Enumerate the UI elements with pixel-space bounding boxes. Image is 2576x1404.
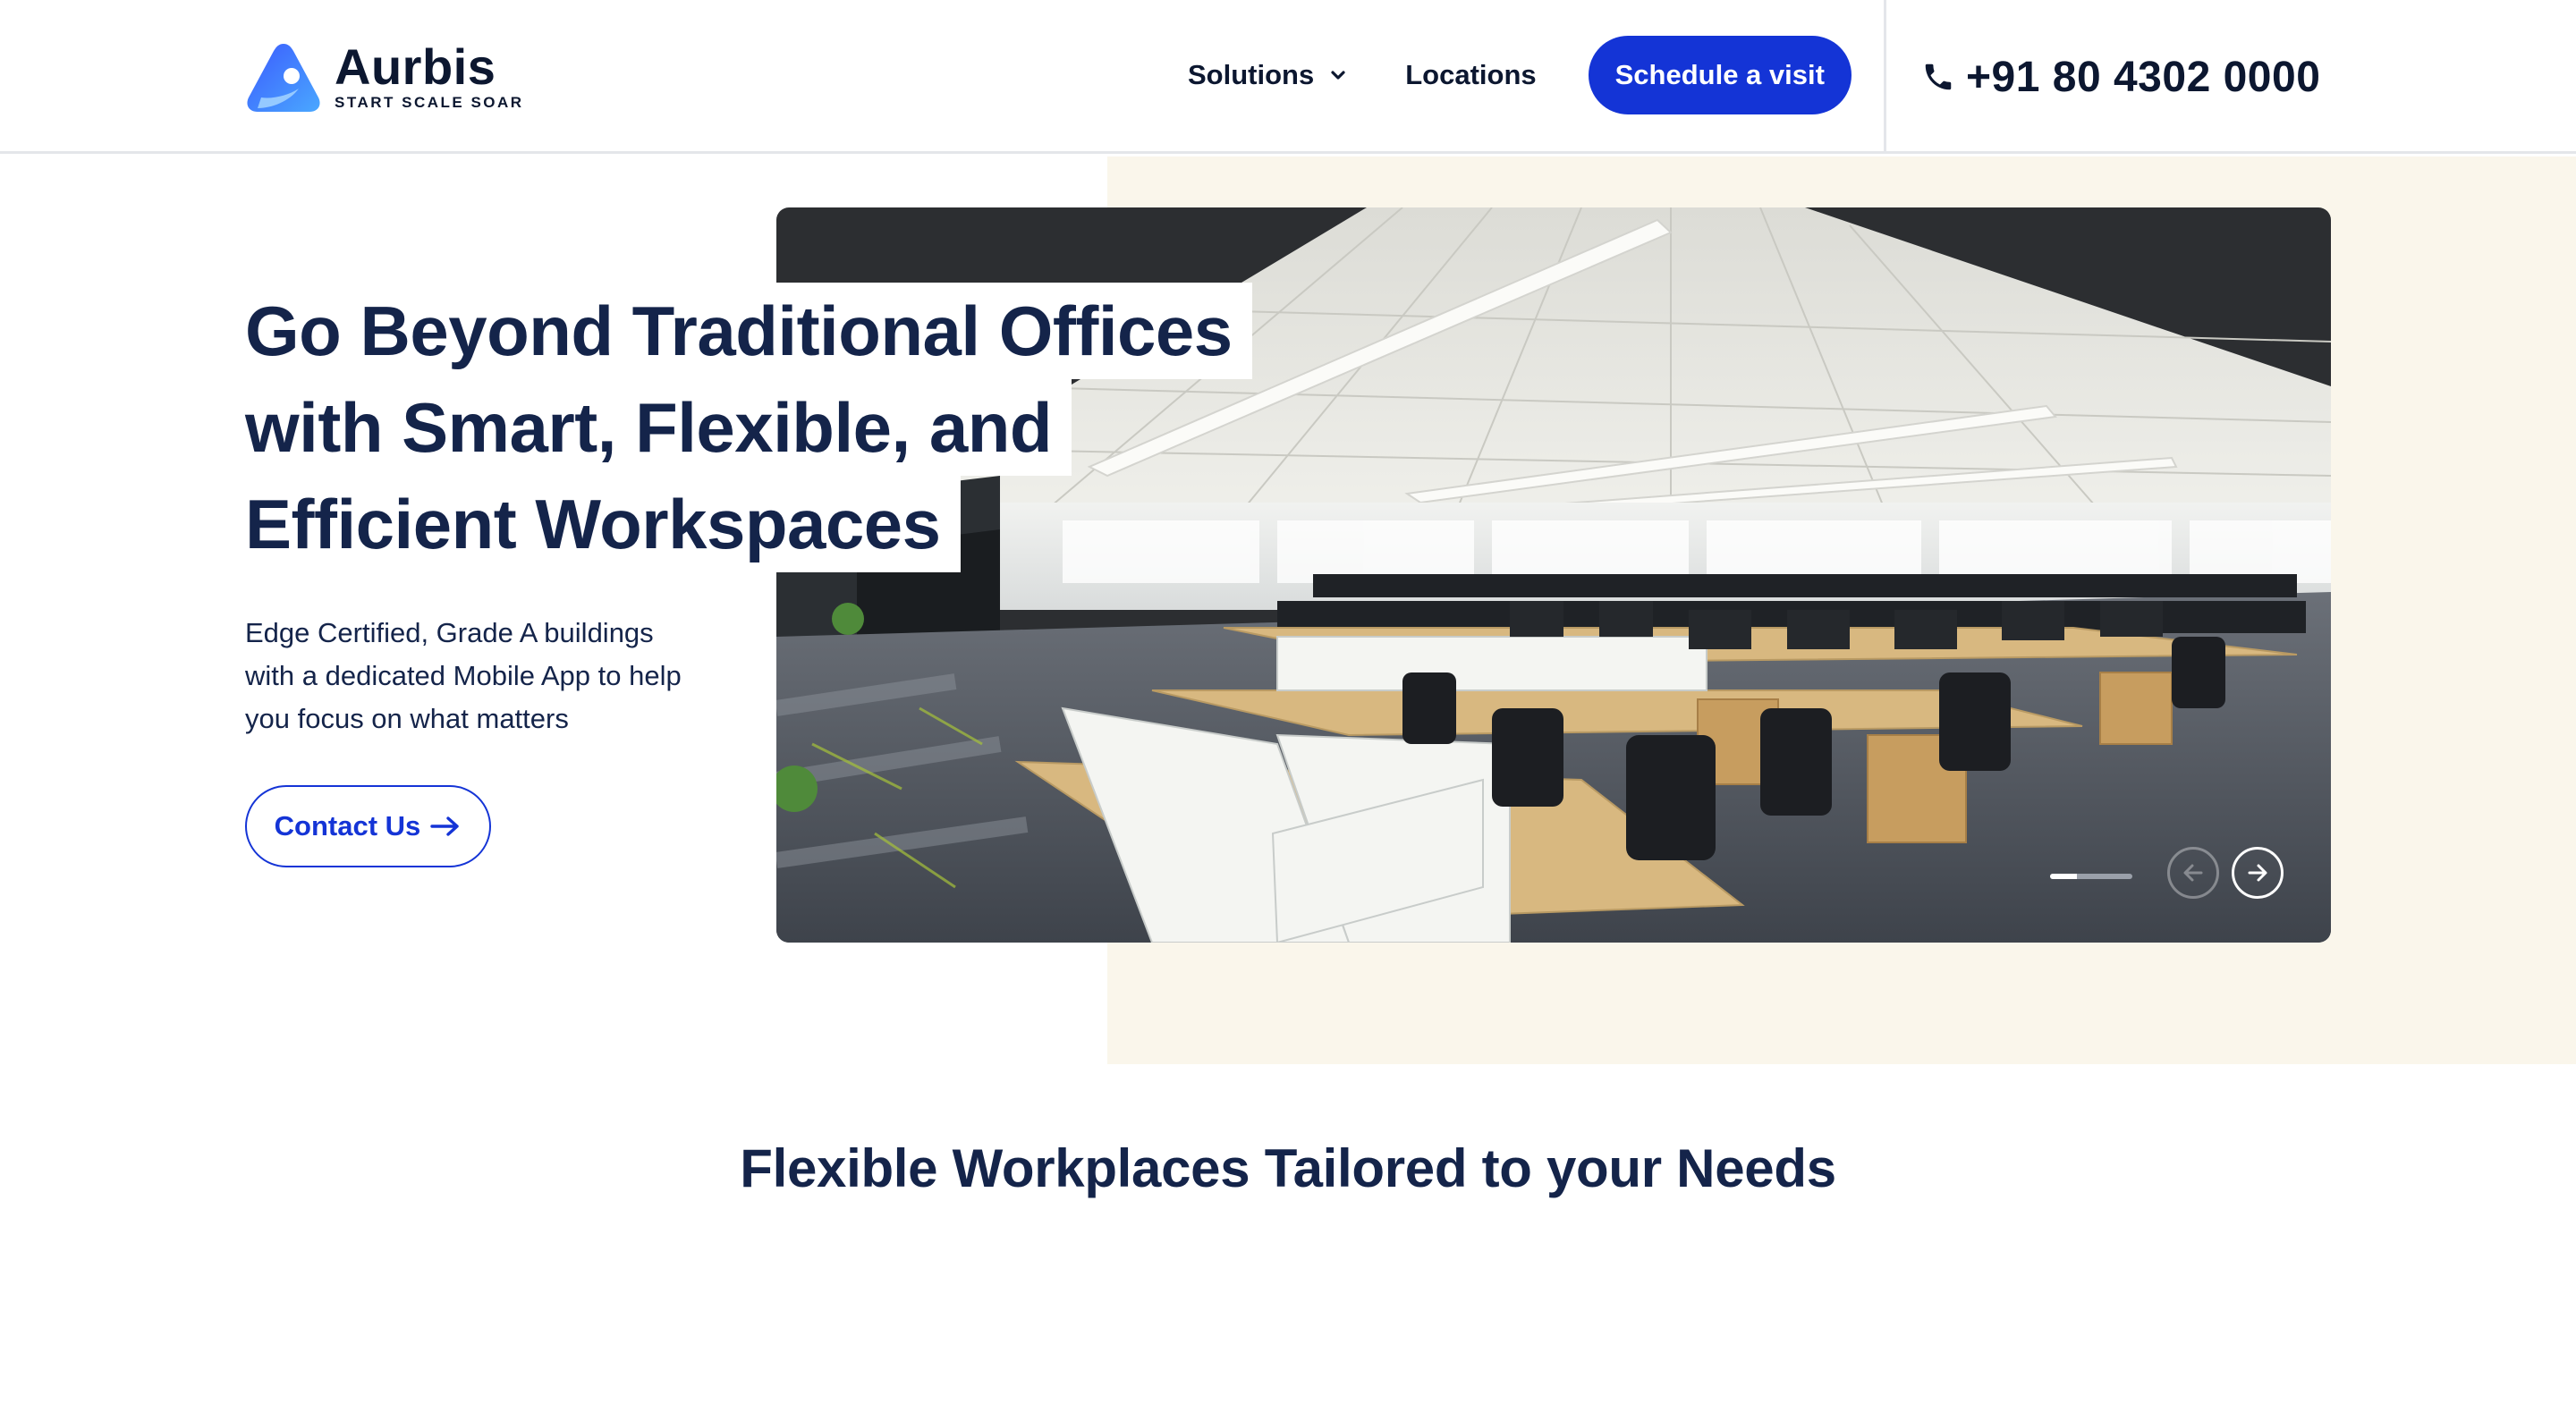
brand-name: Aurbis bbox=[335, 38, 496, 95]
aurbis-logo-icon bbox=[247, 44, 320, 112]
hero-subtext: Edge Certified, Grade A buildings with a… bbox=[245, 612, 746, 740]
hero-subtext-line-1: Edge Certified, Grade A buildings bbox=[245, 617, 654, 648]
main-nav: Solutions Locations Schedule a visit bbox=[1188, 36, 1852, 114]
nav-solutions-label: Solutions bbox=[1188, 59, 1315, 90]
site-header: Aurbis START SCALE SOAR Solutions Locati… bbox=[0, 0, 2576, 154]
hero-headline: Go Beyond Traditional Offices with Smart… bbox=[245, 283, 1318, 572]
schedule-visit-button[interactable]: Schedule a visit bbox=[1588, 36, 1852, 114]
brand-logo[interactable]: Aurbis START SCALE SOAR bbox=[245, 38, 524, 118]
arrow-left-icon bbox=[2183, 864, 2203, 882]
carousel-progress-fill bbox=[2050, 874, 2078, 879]
carousel-prev-button[interactable] bbox=[2167, 847, 2219, 899]
hero-subtext-line-3: you focus on what matters bbox=[245, 703, 569, 734]
brand-tagline: START SCALE SOAR bbox=[335, 94, 524, 111]
nav-locations-label: Locations bbox=[1405, 59, 1537, 90]
header-divider bbox=[1884, 0, 1886, 154]
chevron-down-icon bbox=[1331, 71, 1345, 80]
nav-locations[interactable]: Locations bbox=[1405, 59, 1536, 91]
hero-headline-line-3: Efficient Workspaces bbox=[245, 476, 961, 572]
phone-number: +91 80 4302 0000 bbox=[1966, 53, 2321, 101]
hero-headline-line-1: Go Beyond Traditional Offices bbox=[245, 283, 1252, 379]
hero-headline-line-2: with Smart, Flexible, and bbox=[245, 379, 1072, 476]
arrow-right-icon bbox=[430, 816, 460, 836]
nav-solutions[interactable]: Solutions bbox=[1188, 59, 1348, 91]
contact-us-button[interactable]: Contact Us bbox=[245, 785, 491, 867]
phone-contact[interactable]: +91 80 4302 0000 bbox=[1921, 39, 2320, 114]
carousel-progress[interactable] bbox=[2050, 874, 2132, 879]
section-title: Flexible Workplaces Tailored to your Nee… bbox=[740, 1138, 1836, 1198]
carousel-next-button[interactable] bbox=[2232, 847, 2284, 899]
contact-us-label: Contact Us bbox=[274, 810, 421, 842]
hero-subtext-line-2: with a dedicated Mobile App to help bbox=[245, 660, 682, 691]
arrow-right-icon bbox=[2248, 864, 2267, 882]
phone-icon bbox=[1925, 63, 1952, 90]
